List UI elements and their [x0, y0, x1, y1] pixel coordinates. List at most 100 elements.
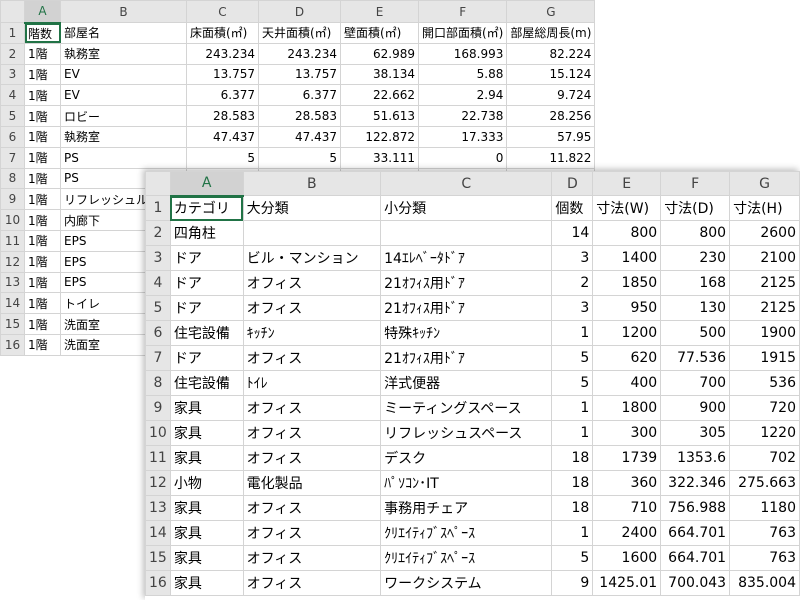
- cell[interactable]: 22.662: [340, 84, 419, 107]
- cell[interactable]: 21ｵﾌｨｽ用ﾄﾞｱ: [380, 345, 553, 371]
- cell[interactable]: 400: [592, 370, 662, 396]
- cell[interactable]: 500: [660, 320, 731, 346]
- cell[interactable]: 300: [592, 420, 662, 446]
- cell[interactable]: 800: [592, 220, 662, 246]
- cell[interactable]: 1739: [592, 445, 662, 471]
- cell[interactable]: 特殊ｷｯﾁﾝ: [380, 320, 553, 346]
- cell[interactable]: 1800: [592, 395, 662, 421]
- column-header-b[interactable]: B: [242, 171, 382, 196]
- cell[interactable]: 1600: [592, 545, 662, 571]
- cell[interactable]: 1915: [729, 345, 800, 371]
- cell[interactable]: 1階: [24, 63, 61, 86]
- cell[interactable]: 6.377: [186, 84, 259, 107]
- cell[interactable]: 0: [417, 146, 508, 169]
- cell[interactable]: 1階: [24, 333, 61, 356]
- cell[interactable]: ワークシステム: [380, 570, 553, 596]
- cell[interactable]: 536: [729, 370, 800, 396]
- cell[interactable]: 51.613: [340, 105, 419, 127]
- column-header-a[interactable]: A: [169, 171, 244, 197]
- row-header[interactable]: 10: [145, 420, 171, 446]
- column-header-c[interactable]: C: [380, 171, 553, 196]
- cell[interactable]: 22.738: [417, 105, 508, 127]
- cell[interactable]: 2: [551, 270, 594, 296]
- cell[interactable]: 122.872: [340, 125, 419, 148]
- cell[interactable]: EV: [60, 84, 187, 107]
- row-header[interactable]: 12: [0, 250, 25, 273]
- column-header-f[interactable]: F: [660, 171, 731, 196]
- select-all-corner[interactable]: [145, 171, 171, 196]
- cell[interactable]: 14: [551, 220, 594, 246]
- row-header[interactable]: 11: [145, 445, 171, 471]
- cell[interactable]: 家具: [169, 570, 244, 596]
- cell[interactable]: 18: [551, 495, 594, 521]
- cell[interactable]: 家具: [169, 395, 244, 421]
- cell[interactable]: 243.234: [258, 42, 341, 65]
- cell[interactable]: 執務室: [60, 42, 187, 65]
- cell[interactable]: 家具: [169, 445, 244, 471]
- cell[interactable]: 1階: [24, 105, 61, 127]
- cell[interactable]: 17.333: [417, 125, 508, 148]
- cell[interactable]: 執務室: [60, 125, 187, 148]
- cell[interactable]: 168: [660, 270, 731, 296]
- cell[interactable]: 1階: [24, 209, 61, 231]
- cell[interactable]: 21ｵﾌｨｽ用ﾄﾞｱ: [380, 295, 553, 321]
- row-header[interactable]: 10: [0, 209, 25, 231]
- cell[interactable]: 部屋総周長(m): [506, 22, 596, 44]
- cell[interactable]: 900: [660, 395, 731, 421]
- cell[interactable]: ﾄｲﾚ: [242, 370, 382, 396]
- row-header[interactable]: 4: [145, 270, 171, 296]
- cell[interactable]: 1200: [592, 320, 662, 346]
- row-header[interactable]: 1: [145, 195, 171, 221]
- row-header[interactable]: 7: [145, 345, 171, 371]
- cell[interactable]: 2125: [729, 270, 800, 296]
- cell[interactable]: 14ｴﾚﾍﾞｰﾀﾄﾞｱ: [380, 245, 553, 271]
- column-header-e[interactable]: E: [592, 171, 662, 196]
- cell[interactable]: 1180: [729, 495, 800, 521]
- cell[interactable]: 1階: [24, 292, 61, 315]
- cell[interactable]: 360: [592, 470, 662, 496]
- cell[interactable]: 事務用チェア: [380, 495, 553, 521]
- cell[interactable]: 9.724: [506, 84, 596, 107]
- cell[interactable]: 6.377: [258, 84, 341, 107]
- cell[interactable]: 個数: [551, 195, 594, 221]
- cell[interactable]: 57.95: [506, 125, 596, 148]
- cell[interactable]: 243.234: [186, 42, 259, 65]
- column-header-g[interactable]: G: [506, 0, 596, 23]
- row-header[interactable]: 2: [0, 42, 25, 65]
- cell[interactable]: 開口部面積(㎡): [417, 22, 508, 44]
- cell[interactable]: 77.536: [660, 345, 731, 371]
- cell[interactable]: ビル・マンション: [242, 245, 382, 271]
- cell[interactable]: 33.111: [340, 146, 419, 169]
- row-header[interactable]: 3: [145, 245, 171, 271]
- column-header-d[interactable]: D: [551, 171, 594, 196]
- cell[interactable]: ｸﾘｴｲﾃｨﾌﾞｽﾍﾟｰｽ: [380, 520, 553, 546]
- cell[interactable]: 700.043: [660, 570, 731, 596]
- cell[interactable]: 756.988: [660, 495, 731, 521]
- cell[interactable]: リフレッシュスペース: [380, 420, 553, 446]
- row-header[interactable]: 3: [0, 63, 25, 86]
- row-header[interactable]: 13: [0, 271, 25, 294]
- cell[interactable]: 住宅設備: [169, 320, 244, 346]
- cell[interactable]: 家具: [169, 545, 244, 571]
- cell[interactable]: 5: [551, 345, 594, 371]
- cell[interactable]: 1階: [24, 188, 61, 211]
- cell[interactable]: 950: [592, 295, 662, 321]
- cell[interactable]: 18: [551, 445, 594, 471]
- cell[interactable]: PS: [60, 146, 187, 169]
- cell[interactable]: EV: [60, 63, 187, 86]
- cell[interactable]: 四角柱: [169, 220, 244, 246]
- cell[interactable]: オフィス: [242, 270, 382, 296]
- cell[interactable]: 28.583: [258, 105, 341, 127]
- column-header-b[interactable]: B: [60, 0, 187, 23]
- row-header[interactable]: 12: [145, 470, 171, 496]
- cell[interactable]: オフィス: [242, 295, 382, 321]
- cell[interactable]: 763: [729, 520, 800, 546]
- cell[interactable]: 寸法(H): [729, 195, 800, 221]
- cell[interactable]: オフィス: [242, 545, 382, 571]
- cell[interactable]: 1900: [729, 320, 800, 346]
- cell[interactable]: 5: [186, 146, 259, 169]
- cell[interactable]: 47.437: [186, 125, 259, 148]
- row-header[interactable]: 14: [145, 520, 171, 546]
- cell[interactable]: 2600: [729, 220, 800, 246]
- cell[interactable]: 1階: [24, 146, 61, 169]
